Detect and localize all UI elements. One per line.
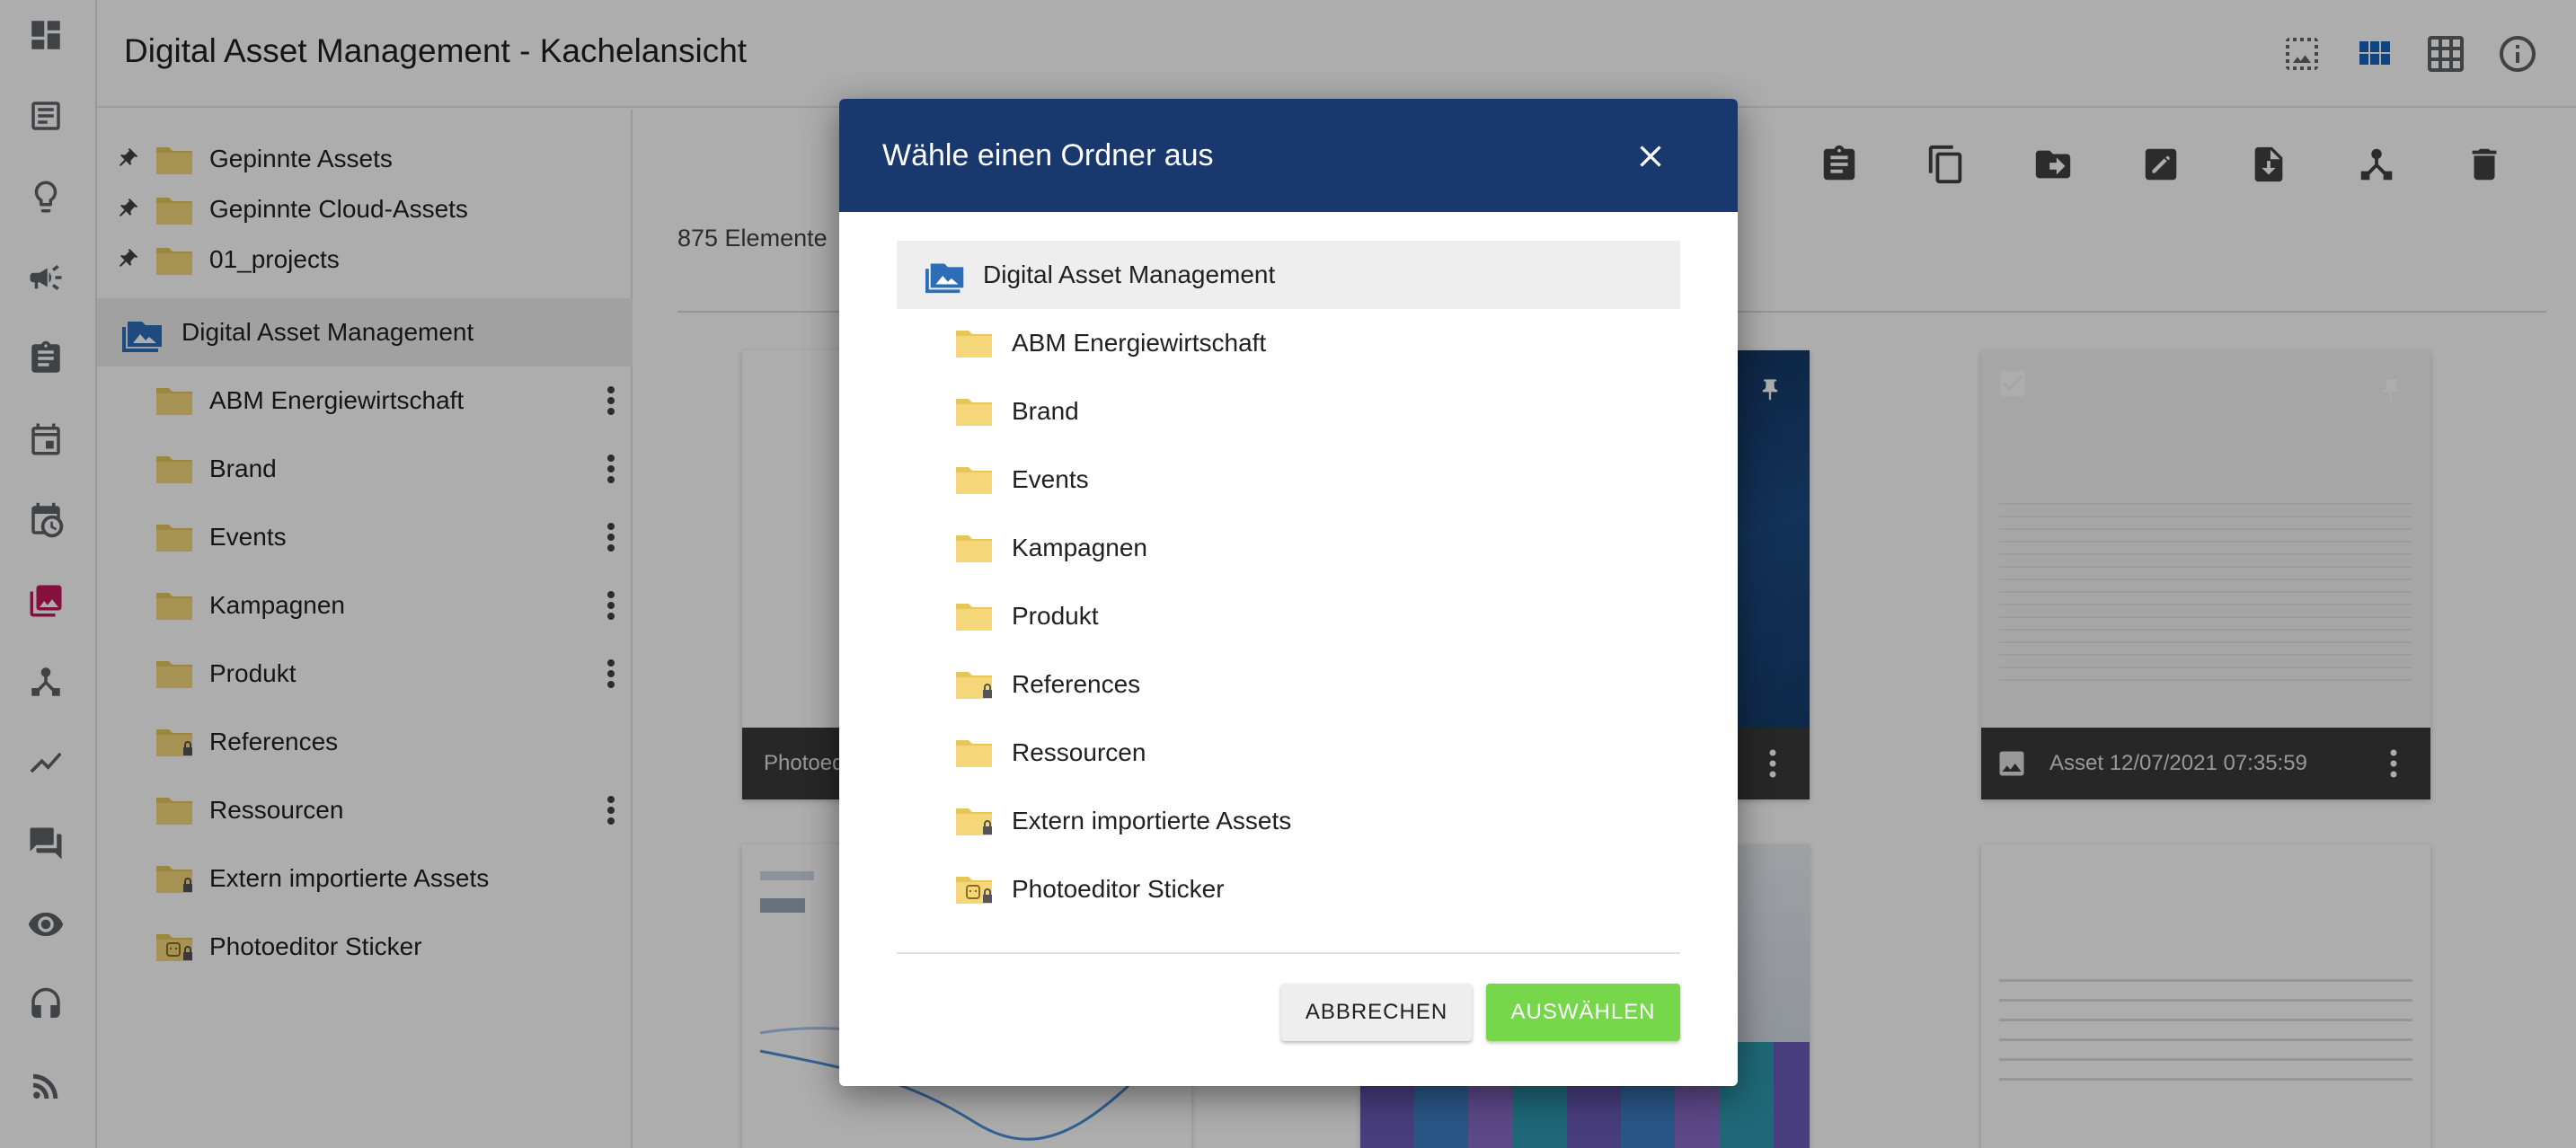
dialog-folder-item[interactable]: Photoeditor Sticker: [897, 855, 1680, 923]
folder-icon: [954, 464, 994, 496]
dialog-folder-label: Events: [1012, 465, 1089, 493]
dialog-folder-item[interactable]: Ressourcen: [897, 719, 1680, 787]
dialog-folder-item[interactable]: Extern importierte Assets: [897, 787, 1680, 855]
sticker-folder-icon: [954, 873, 994, 905]
dialog-folder-item[interactable]: Produkt: [897, 582, 1680, 650]
dialog-folder-label: Produkt: [1012, 602, 1099, 630]
dialog-folder-root[interactable]: Digital Asset Management: [897, 241, 1680, 309]
folder-icon: [954, 327, 994, 359]
folder-icon: [954, 600, 994, 632]
dialog-folder-item[interactable]: References: [897, 650, 1680, 719]
cancel-button[interactable]: ABBRECHEN: [1281, 984, 1472, 1041]
folder-icon: [954, 737, 994, 769]
dialog-folder-item[interactable]: Events: [897, 446, 1680, 514]
dialog-folder-label: Kampagnen: [1012, 534, 1148, 561]
select-button[interactable]: AUSWÄHLEN: [1486, 984, 1680, 1041]
locked-folder-icon: [954, 668, 994, 701]
folder-icon: [954, 532, 994, 564]
dialog-folder-item[interactable]: Brand: [897, 377, 1680, 446]
dialog-folder-label: Brand: [1012, 397, 1079, 425]
dialog-folder-label: Digital Asset Management: [983, 261, 1276, 288]
dialog-header: Wähle einen Ordner aus: [839, 99, 1738, 212]
dialog-folder-label: ABM Energiewirtschaft: [1012, 329, 1267, 357]
close-icon[interactable]: [1633, 138, 1669, 174]
dialog-folder-item[interactable]: Kampagnen: [897, 514, 1680, 582]
locked-folder-icon: [954, 805, 994, 837]
dialog-folder-label: Ressourcen: [1012, 738, 1146, 766]
dialog-folder-label: Photoeditor Sticker: [1012, 875, 1225, 903]
dialog-divider: [897, 952, 1680, 954]
dialog-folder-label: References: [1012, 670, 1141, 698]
dialog-folder-item[interactable]: ABM Energiewirtschaft: [897, 309, 1680, 377]
folder-icon: [954, 395, 994, 428]
folder-picker-dialog: Wähle einen Ordner aus Digital Asset Man…: [839, 99, 1738, 1086]
dialog-folder-label: Extern importierte Assets: [1012, 807, 1292, 835]
dialog-title: Wähle einen Ordner aus: [882, 138, 1214, 172]
media-folder-icon: [925, 256, 969, 294]
